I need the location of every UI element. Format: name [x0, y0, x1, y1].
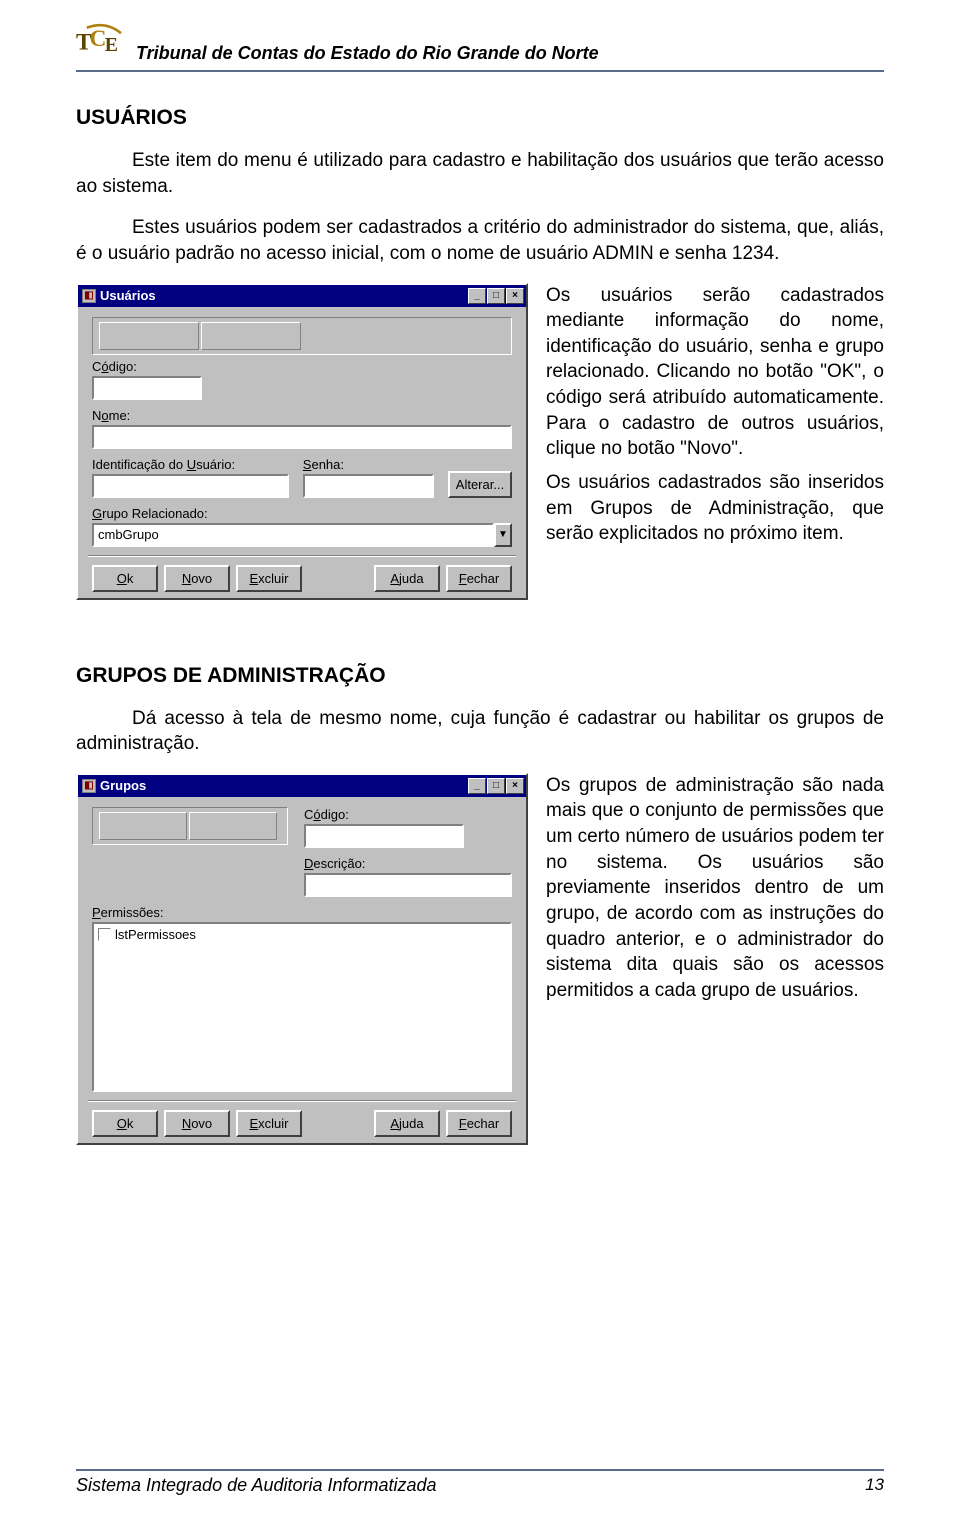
permissoes-list[interactable]: lstPermissoes: [92, 922, 512, 1092]
usuarios-intro-1: Este item do menu é utilizado para cadas…: [76, 148, 884, 199]
label-codigo: Código:: [92, 359, 202, 374]
app-icon: ◧: [82, 779, 96, 793]
chevron-down-icon[interactable]: ▼: [494, 523, 512, 547]
fechar-button-g[interactable]: Fechar: [446, 1110, 512, 1137]
nome-input[interactable]: [92, 425, 512, 449]
dialog-usuarios-title: Usuários: [100, 288, 156, 303]
header-org-name: Tribunal de Contas do Estado do Rio Gran…: [136, 43, 599, 66]
excluir-button[interactable]: Excluir: [236, 565, 302, 592]
list-item[interactable]: lstPermissoes: [98, 926, 506, 943]
dialog-divider: [88, 555, 516, 557]
dialog-toolbar: [92, 807, 288, 845]
svg-text:E: E: [105, 34, 118, 56]
grupo-combo-value[interactable]: cmbGrupo: [92, 523, 494, 547]
grupo-combo[interactable]: cmbGrupo ▼: [92, 523, 512, 547]
ok-button-g[interactable]: Ok: [92, 1110, 158, 1137]
minimize-icon[interactable]: _: [468, 288, 486, 304]
alterar-button[interactable]: Alterar...: [448, 471, 512, 498]
page-footer: Sistema Integrado de Auditoria Informati…: [76, 1469, 884, 1496]
footer-page-number: 13: [865, 1475, 884, 1496]
app-icon: ◧: [82, 289, 96, 303]
dialog-grupos: ◧ Grupos _ □ ×: [76, 773, 528, 1145]
label-grupo: Grupo Relacionado:: [92, 506, 512, 521]
dialog-grupos-titlebar[interactable]: ◧ Grupos _ □ ×: [78, 775, 526, 797]
footer-text: Sistema Integrado de Auditoria Informati…: [76, 1475, 865, 1496]
codigo-input-g[interactable]: [304, 824, 464, 848]
usuarios-side-p1: Os usuários serão cadastrados mediante i…: [546, 283, 884, 462]
novo-button-g[interactable]: Novo: [164, 1110, 230, 1137]
label-nome: Nome:: [92, 408, 512, 423]
close-icon[interactable]: ×: [506, 778, 524, 794]
maximize-icon[interactable]: □: [487, 778, 505, 794]
grupos-intro-1: Dá acesso à tela de mesmo nome, cuja fun…: [76, 706, 884, 757]
novo-button[interactable]: Novo: [164, 565, 230, 592]
excluir-button-g[interactable]: Excluir: [236, 1110, 302, 1137]
descricao-input[interactable]: [304, 873, 512, 897]
close-icon[interactable]: ×: [506, 288, 524, 304]
section-title-grupos: GRUPOS DE ADMINISTRAÇÃO: [76, 664, 884, 688]
usuarios-side-p2: Os usuários cadastrados são inseridos em…: [546, 470, 884, 547]
checkbox-icon[interactable]: [98, 928, 111, 941]
label-permissoes: Permissões:: [92, 905, 512, 920]
ajuda-button[interactable]: Ajuda: [374, 565, 440, 592]
label-descricao: Descrição:: [304, 856, 512, 871]
identificacao-input[interactable]: [92, 474, 289, 498]
list-item-label: lstPermissoes: [115, 927, 196, 942]
page-header: T C E Tribunal de Contas do Estado do Ri…: [76, 22, 884, 72]
dialog-grupos-title: Grupos: [100, 778, 146, 793]
label-codigo-g: Código:: [304, 807, 464, 822]
label-senha: Senha:: [303, 457, 434, 472]
ok-button[interactable]: Ok: [92, 565, 158, 592]
dialog-divider: [88, 1100, 516, 1102]
logo-icon: T C E: [76, 22, 130, 66]
senha-input[interactable]: [303, 474, 434, 498]
maximize-icon[interactable]: □: [487, 288, 505, 304]
dialog-toolbar: [92, 317, 512, 355]
label-identificacao: Identificação do Usuário:: [92, 457, 289, 472]
usuarios-intro-2: Estes usuários podem ser cadastrados a c…: [76, 215, 884, 266]
dialog-usuarios: ◧ Usuários _ □ × Código:: [76, 283, 528, 600]
section-title-usuarios: USUÁRIOS: [76, 106, 884, 130]
minimize-icon[interactable]: _: [468, 778, 486, 794]
grupos-side-p1: Os grupos de administração são nada mais…: [546, 773, 884, 1004]
dialog-usuarios-titlebar[interactable]: ◧ Usuários _ □ ×: [78, 285, 526, 307]
ajuda-button-g[interactable]: Ajuda: [374, 1110, 440, 1137]
svg-text:C: C: [90, 26, 107, 52]
codigo-input[interactable]: [92, 376, 202, 400]
fechar-button[interactable]: Fechar: [446, 565, 512, 592]
